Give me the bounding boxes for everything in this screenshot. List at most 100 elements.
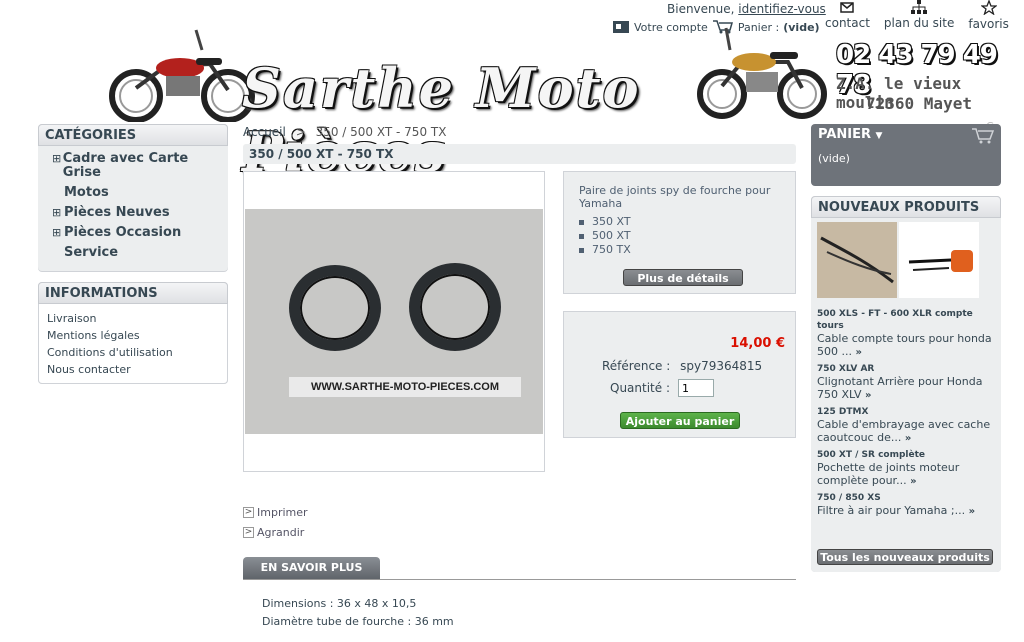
- list-item[interactable]: 750 XLV AR Clignotant Arrière pour Honda…: [817, 363, 995, 402]
- product-price: 14,00 €: [730, 336, 785, 351]
- models-list: 350 XT 500 XT 750 TX: [579, 215, 780, 257]
- spec-line: Diamètre tube de fourche : 36 mm: [262, 615, 454, 628]
- price-box: 14,00 € Référence : spy79364815 Quantité…: [563, 311, 796, 438]
- new-product-desc: Clignotant Arrière pour Honda 750 XLV »: [817, 375, 983, 401]
- welcome-label: Bienvenue,: [667, 2, 735, 16]
- sitemap-label: plan du site: [883, 16, 955, 30]
- categories-list: ⊞ Cadre avec Carte Grise Motos ⊞ Pièces Ne…: [38, 146, 228, 271]
- motorcycle-left-image: [109, 29, 255, 122]
- category-label: Motos: [64, 185, 109, 200]
- category-label: Pièces Occasion: [64, 225, 182, 240]
- new-product-title: 500 XT / SR complète: [817, 450, 926, 460]
- header: Bienvenue, identifiez-vous Votre compte …: [0, 0, 1024, 184]
- page-title: 350 / 500 XT - 750 TX: [243, 144, 796, 164]
- reference-row: Référence : spy79364815: [602, 359, 762, 373]
- informations-list: Livraison Mentions légales Conditions d'…: [38, 304, 228, 384]
- chevron-right-icon[interactable]: »: [865, 390, 871, 401]
- list-item[interactable]: 500 XLS - FT - 600 XLR compte tours Cabl…: [817, 308, 995, 359]
- arrow-icon: >: [243, 507, 254, 518]
- breadcrumb: Accueil > 350 / 500 XT - 750 TX: [243, 125, 446, 139]
- new-products-list: 500 XLS - FT - 600 XLR compte tours Cabl…: [811, 218, 1001, 572]
- logo-text: Sarthe Moto Pièces: [242, 56, 641, 184]
- info-link[interactable]: Conditions d'utilisation: [47, 346, 173, 359]
- quantity-label: Quantité :: [610, 381, 670, 395]
- product-photo[interactable]: WWW.SARTHE-MOTO-PIECES.COM: [245, 209, 543, 434]
- category-label: Cadre avec Carte Grise: [62, 151, 189, 180]
- address-line2: 72360 Mayet: [866, 94, 972, 113]
- product-thumbnail[interactable]: [899, 222, 979, 298]
- sitemap-icon: [911, 0, 928, 14]
- list-item: 350 XT: [579, 215, 780, 229]
- category-item[interactable]: Motos: [52, 186, 214, 200]
- breadcrumb-current: 350 / 500 XT - 750 TX: [315, 125, 447, 139]
- enlarge-link[interactable]: > Agrandir: [243, 526, 304, 539]
- print-link[interactable]: > Imprimer: [243, 506, 308, 519]
- favorites-label: favoris: [968, 17, 1009, 31]
- list-item: 500 XT: [579, 229, 780, 243]
- list-item: 750 TX: [579, 243, 780, 257]
- favorites-link[interactable]: favoris: [968, 0, 1009, 31]
- product-thumbnail[interactable]: [817, 222, 897, 298]
- new-product-desc: Cable d'embrayage avec cache caoutcouc d…: [817, 418, 991, 444]
- new-product-desc: Pochette de joints moteur complète pour.…: [817, 461, 960, 487]
- chevron-right-icon[interactable]: »: [855, 347, 861, 358]
- all-new-products-button[interactable]: Tous les nouveaux produits: [817, 549, 993, 565]
- cart-block: PANIER ▼ (vide): [811, 124, 1001, 186]
- info-link[interactable]: Livraison: [47, 312, 96, 325]
- new-product-title: 750 / 850 XS: [817, 493, 881, 503]
- expand-icon[interactable]: ⊞: [52, 226, 64, 240]
- categories-block: CATÉGORIES ⊞ Cadre avec Carte Grise Motos…: [38, 124, 228, 272]
- cart-icon: [972, 128, 995, 144]
- contact-label: contact: [825, 16, 870, 30]
- tab-divider: [243, 579, 796, 580]
- envelope-icon: [840, 2, 855, 13]
- sitemap-link[interactable]: plan du site: [884, 0, 954, 31]
- new-product-title: 125 DTMX: [817, 407, 869, 417]
- chevron-right-icon[interactable]: »: [910, 476, 916, 487]
- info-link[interactable]: Mentions légales: [47, 329, 140, 342]
- login-link[interactable]: identifiez-vous: [738, 2, 826, 16]
- new-product-desc: Filtre à air pour Yamaha ;... »: [817, 504, 976, 517]
- site-logo[interactable]: Sarthe Moto Pièces: [106, 27, 827, 184]
- fork-seal-image: [409, 263, 501, 351]
- category-item[interactable]: Service: [52, 246, 214, 260]
- new-products-block: NOUVEAUX PRODUITS 500 XLS - FT - 600 XLR…: [811, 196, 1001, 572]
- quantity-input[interactable]: [678, 379, 714, 397]
- tab-more-info[interactable]: EN SAVOIR PLUS: [243, 557, 380, 579]
- product-image-box[interactable]: WWW.SARTHE-MOTO-PIECES.COM: [243, 171, 545, 472]
- category-item[interactable]: ⊞ Pièces Neuves: [52, 206, 214, 220]
- photo-watermark-caption: WWW.SARTHE-MOTO-PIECES.COM: [289, 377, 521, 397]
- informations-title: INFORMATIONS: [38, 282, 228, 304]
- contact-link[interactable]: contact: [825, 0, 870, 31]
- category-label: Pièces Neuves: [64, 205, 170, 220]
- cart-title: PANIER: [818, 127, 872, 142]
- category-item[interactable]: ⊞ Cadre avec Carte Grise: [52, 152, 214, 180]
- welcome-text: Bienvenue, identifiez-vous: [667, 2, 826, 16]
- new-products-thumbs: [817, 222, 995, 298]
- new-product-desc: Cable compte tours pour honda 500 ... »: [817, 332, 992, 358]
- expand-icon[interactable]: ⊞: [52, 206, 64, 220]
- header-links: contact plan du site favoris: [825, 0, 1009, 31]
- list-item[interactable]: 125 DTMX Cable d'embrayage avec cache ca…: [817, 406, 995, 445]
- breadcrumb-separator: >: [295, 125, 306, 139]
- list-item[interactable]: 500 XT / SR complète Pochette de joints …: [817, 449, 995, 488]
- cart-header[interactable]: PANIER ▼: [811, 124, 1001, 146]
- chevron-right-icon[interactable]: »: [905, 433, 911, 444]
- reference-label: Référence :: [602, 359, 671, 373]
- chevron-down-icon: ▼: [875, 131, 883, 141]
- new-product-title: 750 XLV AR: [817, 364, 875, 374]
- category-item[interactable]: ⊞ Pièces Occasion: [52, 226, 214, 240]
- expand-icon[interactable]: ⊞: [52, 152, 63, 180]
- breadcrumb-home[interactable]: Accueil: [243, 125, 286, 139]
- fork-seal-image: [289, 265, 381, 351]
- arrow-icon: >: [243, 527, 254, 538]
- info-link[interactable]: Nous contacter: [47, 363, 131, 376]
- category-label: Service: [64, 245, 119, 260]
- star-icon: [980, 0, 997, 15]
- new-product-title: 500 XLS - FT - 600 XLR compte tours: [817, 309, 973, 331]
- chevron-right-icon[interactable]: »: [969, 506, 975, 517]
- more-details-button[interactable]: Plus de détails: [623, 269, 743, 286]
- add-to-cart-button[interactable]: Ajouter au panier: [620, 412, 740, 429]
- list-item[interactable]: 750 / 850 XS Filtre à air pour Yamaha ;.…: [817, 492, 995, 518]
- cart-content: (vide): [818, 152, 850, 165]
